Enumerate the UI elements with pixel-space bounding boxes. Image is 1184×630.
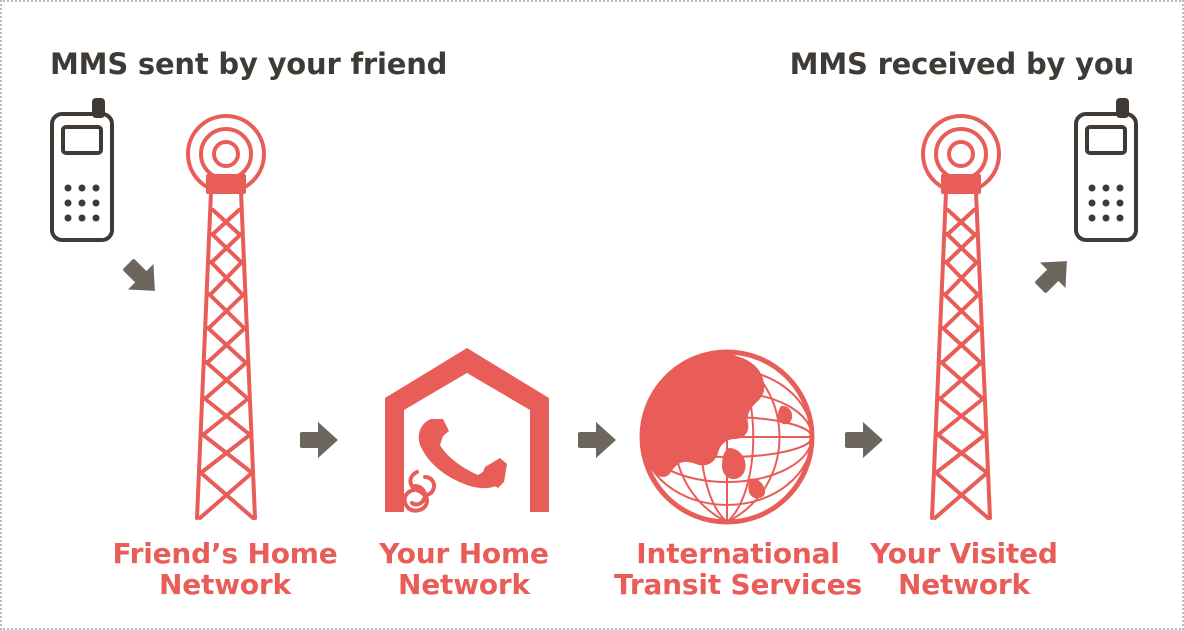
- mms-received-heading: MMS received by you: [789, 47, 1135, 81]
- friends-home-network-line2: Network: [159, 567, 291, 601]
- your-home-network-label: Your Home Network: [349, 537, 579, 601]
- arrow-right-icon-2: [578, 422, 616, 458]
- diagram-frame: MMS sent by your friend MMS received by …: [0, 0, 1184, 630]
- arrow-right-icon-1: [300, 422, 338, 458]
- your-visited-network-label: Your Visited Network: [849, 537, 1079, 601]
- friends-home-network-line1: Friend’s Home: [112, 537, 338, 570]
- arrow-down-right-icon: [115, 251, 168, 304]
- your-home-network-line2: Network: [398, 567, 530, 601]
- your-visited-network-line2: Network: [898, 567, 1030, 601]
- international-transit-line2: Transit Services: [614, 567, 862, 601]
- international-transit-line1: International: [636, 537, 840, 570]
- friends-home-network-label: Friend’s Home Network: [110, 537, 340, 601]
- receiver-phone-icon: [1074, 98, 1138, 242]
- arrow-right-icon-3: [845, 422, 883, 458]
- globe-icon: [639, 349, 815, 525]
- home-network-icon: [385, 348, 549, 513]
- friend-tower-icon: [186, 114, 266, 520]
- your-home-network-line1: Your Home: [379, 537, 549, 570]
- flow-diagram-art: [50, 98, 1138, 525]
- international-transit-label: International Transit Services: [612, 537, 864, 601]
- visited-tower-icon: [921, 114, 1001, 520]
- your-visited-network-line1: Your Visited: [870, 537, 1058, 570]
- mms-sent-heading: MMS sent by your friend: [50, 47, 448, 81]
- arrow-up-right-icon: [1027, 248, 1080, 301]
- sender-phone-icon: [50, 98, 114, 242]
